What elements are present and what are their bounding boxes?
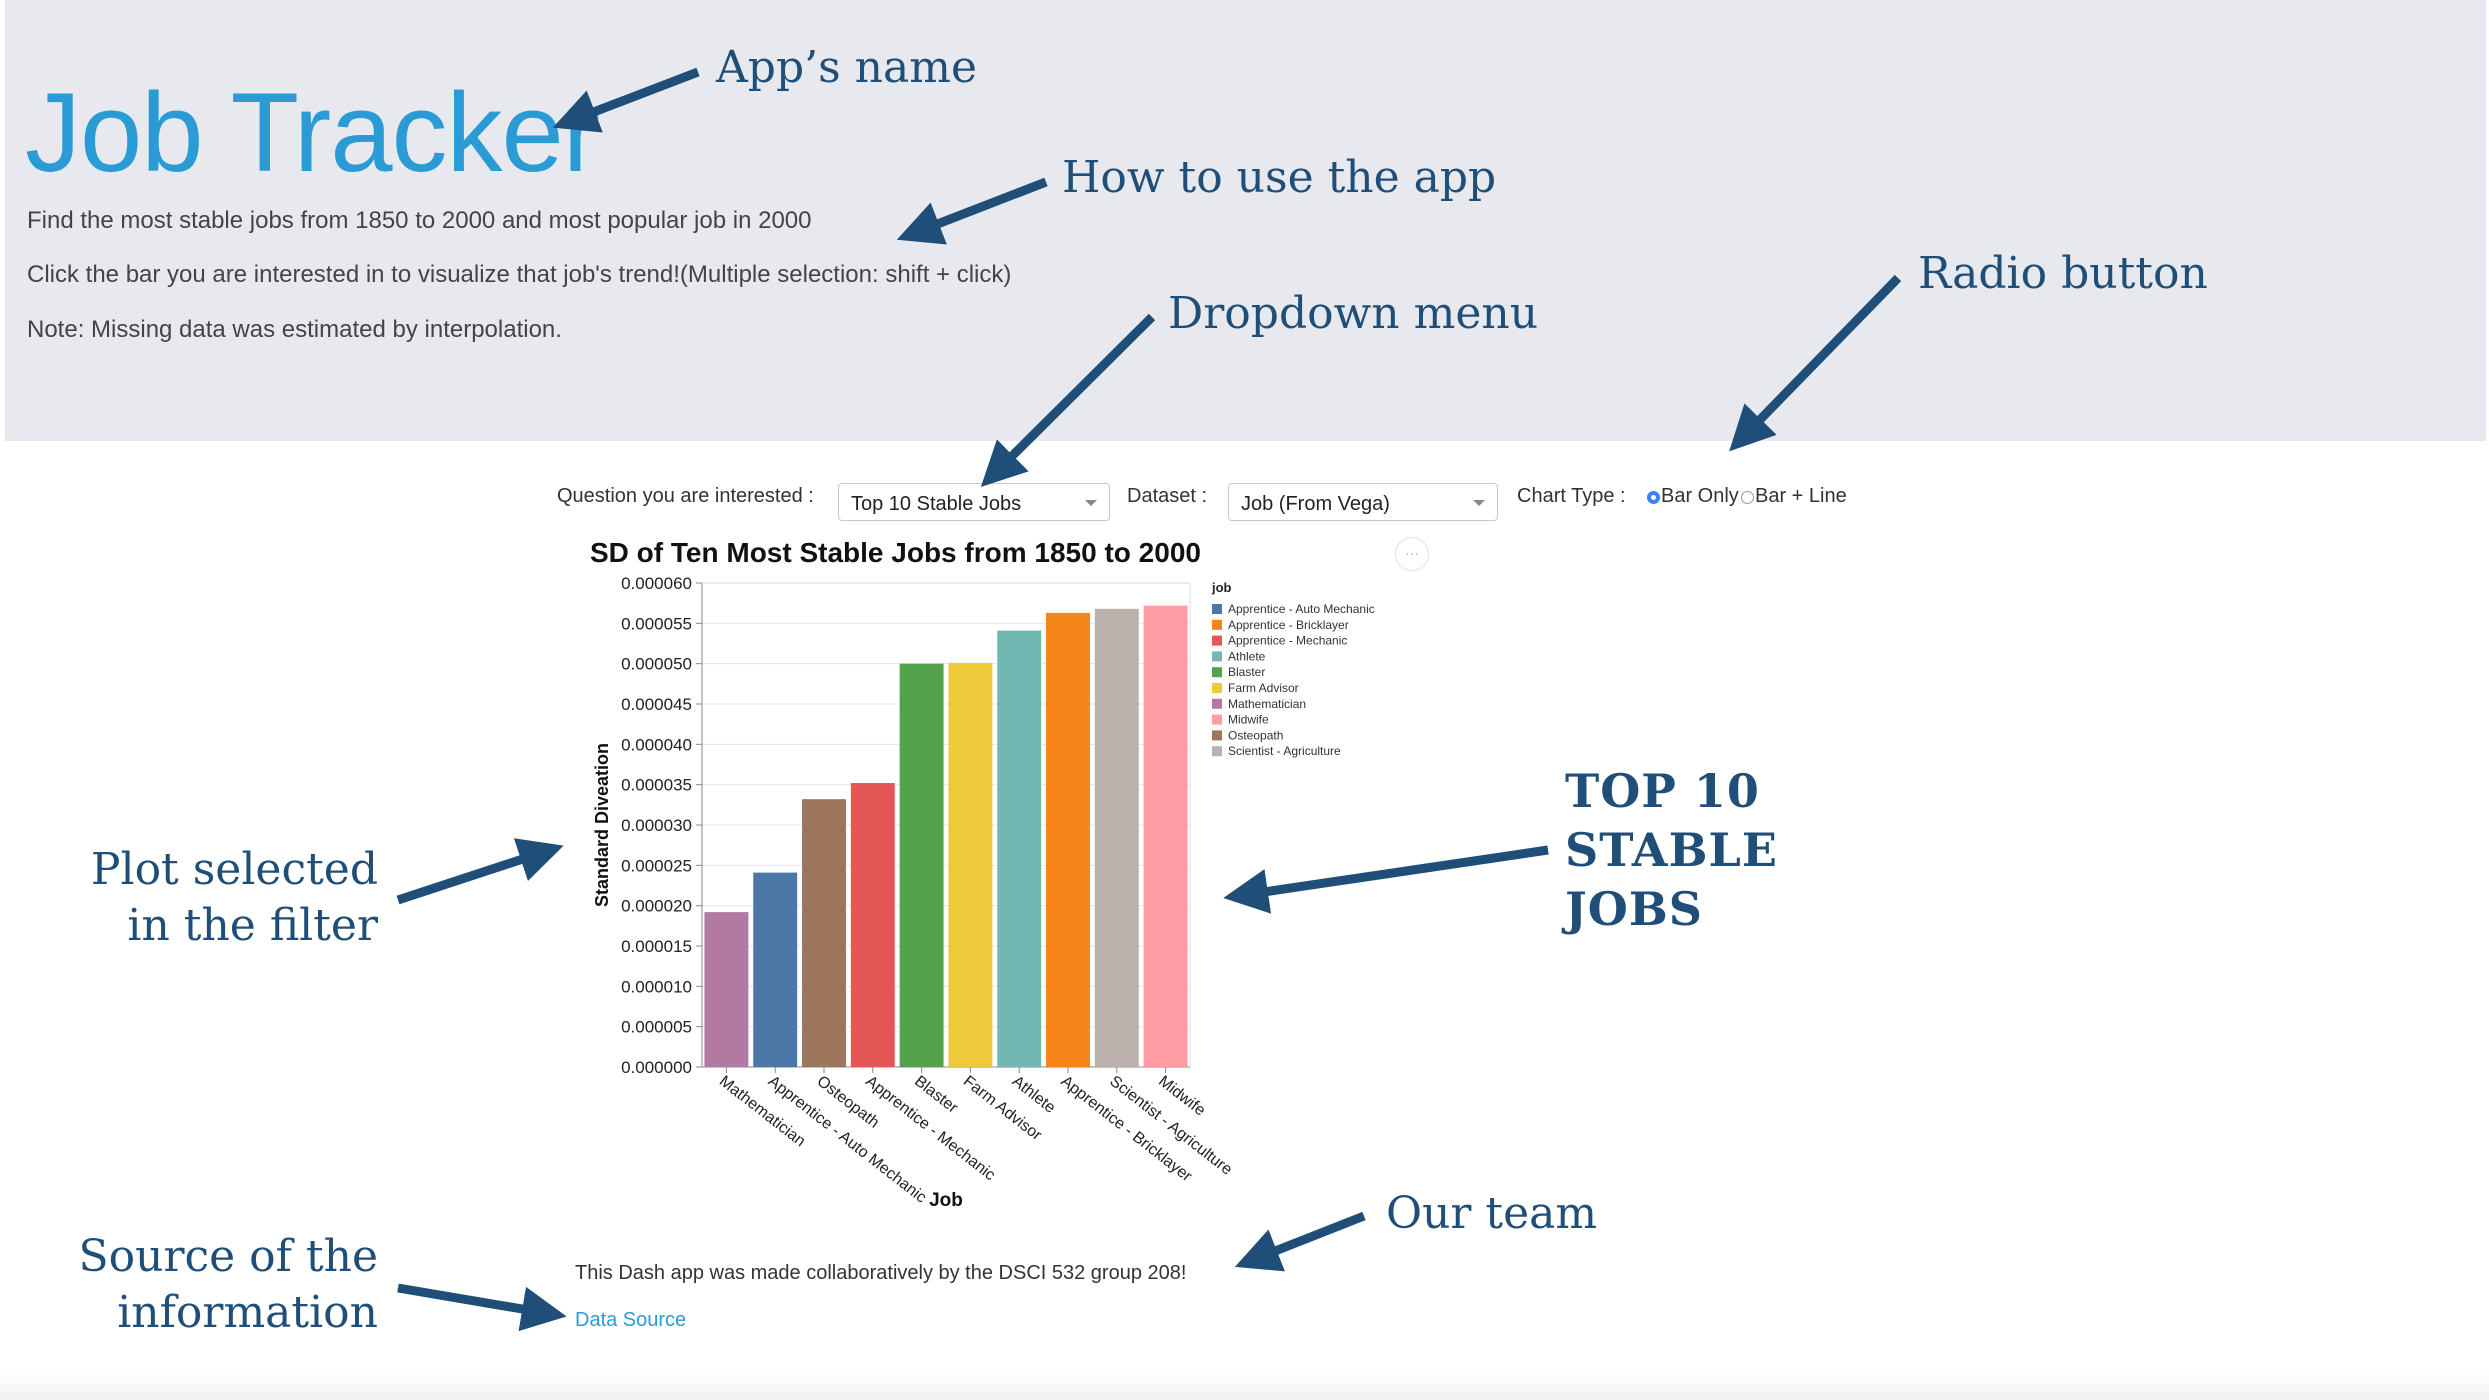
arrow-dropdown-menu — [980, 313, 1156, 488]
annotation-arrows — [396, 67, 1902, 1332]
arrow-top10 — [1223, 845, 1549, 914]
arrow-how-to-use — [896, 177, 1048, 245]
arrow-app-name — [552, 67, 700, 133]
arrow-radio-button — [1729, 274, 1902, 452]
arrow-our-team — [1234, 1211, 1366, 1272]
arrow-source — [397, 1283, 567, 1332]
arrow-plot-selected — [396, 838, 564, 905]
